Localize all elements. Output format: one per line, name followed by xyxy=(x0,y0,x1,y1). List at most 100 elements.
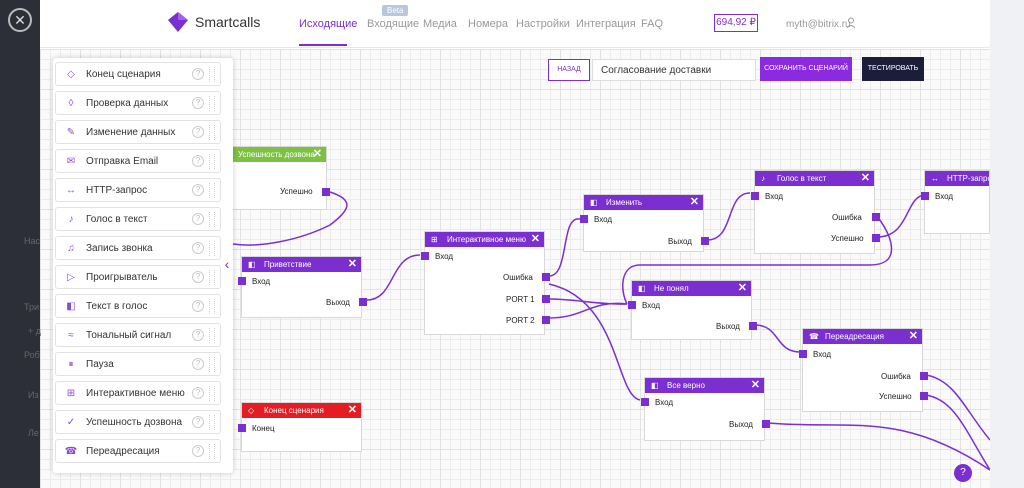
drag-handle-icon[interactable] xyxy=(209,241,215,256)
close-icon[interactable]: ✕ xyxy=(348,257,357,272)
help-icon[interactable]: ? xyxy=(192,242,204,254)
drag-handle-icon[interactable] xyxy=(209,299,215,314)
close-icon[interactable]: ✕ xyxy=(348,403,357,418)
input-port[interactable] xyxy=(921,192,929,200)
output-port[interactable] xyxy=(920,392,928,400)
help-icon[interactable]: ? xyxy=(192,416,204,428)
palette-item-pause[interactable]: ⏸ Пауза ? xyxy=(55,352,221,376)
node-header[interactable]: ♪ Голос в текст ✕ xyxy=(755,171,874,186)
node-header[interactable]: ◧ Все верно ✕ xyxy=(645,378,764,393)
close-icon[interactable]: ✕ xyxy=(313,147,322,162)
help-icon[interactable]: ? xyxy=(192,126,204,138)
output-port[interactable] xyxy=(359,298,367,306)
palette-item-redirect[interactable]: ☎ Переадресация ? xyxy=(55,439,221,463)
drag-handle-icon[interactable] xyxy=(209,415,215,430)
node-header[interactable]: ⊞ Интерактивное меню ✕ xyxy=(425,232,544,247)
port-label: Выход xyxy=(668,237,692,246)
palette-item-call-success[interactable]: ✓ Успешность дозвона ? xyxy=(55,410,221,434)
node-header[interactable]: ☎ Переадресация ✕ xyxy=(803,329,922,344)
node-voice-to-text[interactable]: ♪ Голос в текст ✕ Вход Ошибка Успешно xyxy=(751,170,880,254)
help-icon[interactable]: ? xyxy=(192,271,204,283)
http-icon: ↔ xyxy=(931,174,939,183)
close-icon[interactable]: ✕ xyxy=(531,232,540,247)
input-port[interactable] xyxy=(799,350,807,358)
input-port[interactable] xyxy=(628,301,636,309)
help-icon[interactable]: ? xyxy=(192,358,204,370)
output-port[interactable] xyxy=(701,237,709,245)
node-header[interactable]: ↔HTTP-запрос xyxy=(925,171,989,186)
close-icon[interactable]: ✕ xyxy=(738,281,747,296)
node-interactive-menu[interactable]: ⊞ Интерактивное меню ✕ Вход Ошибка PORT 1 … xyxy=(421,231,550,335)
help-icon[interactable]: ? xyxy=(192,300,204,312)
output-port[interactable] xyxy=(542,316,550,324)
input-port[interactable] xyxy=(580,215,588,223)
close-icon[interactable]: ✕ xyxy=(909,329,918,344)
node-header[interactable]: ◧ Изменить ✕ xyxy=(584,195,703,210)
drag-handle-icon[interactable] xyxy=(209,357,215,372)
drag-handle-icon[interactable] xyxy=(209,444,215,459)
input-port[interactable] xyxy=(238,424,246,432)
palette-item-label: Переадресация xyxy=(86,446,160,457)
help-icon[interactable]: ? xyxy=(192,445,204,457)
drag-handle-icon[interactable] xyxy=(209,67,215,82)
palette-item-player[interactable]: ▷ Проигрыватель ? xyxy=(55,265,221,289)
drag-handle-icon[interactable] xyxy=(209,212,215,227)
node-end[interactable]: ◇ Конец сценария ✕ Конец xyxy=(238,402,362,452)
palette-item-text-to-speech[interactable]: ◧ Текст в голос ? xyxy=(55,294,221,318)
input-port[interactable] xyxy=(238,277,246,285)
drag-handle-icon[interactable] xyxy=(209,125,215,140)
node-not-understood[interactable]: ◧ Не понял ✕ Вход Выход xyxy=(628,280,757,340)
help-icon[interactable]: ? xyxy=(192,68,204,80)
help-icon[interactable]: ? xyxy=(192,184,204,196)
node-header[interactable]: ◧ Приветствие ✕ xyxy=(242,257,361,272)
help-icon[interactable]: ? xyxy=(192,155,204,167)
output-port[interactable] xyxy=(749,322,757,330)
help-icon[interactable]: ? xyxy=(192,329,204,341)
drag-handle-icon[interactable] xyxy=(209,328,215,343)
input-port[interactable] xyxy=(421,252,429,260)
palette-item-tone[interactable]: ≈ Тональный сигнал ? xyxy=(55,323,221,347)
output-port[interactable] xyxy=(762,420,770,428)
palette-item-email[interactable]: ✉ Отправка Email ? xyxy=(55,149,221,173)
end-icon: ◇ xyxy=(248,406,255,415)
palette-item-edit-data[interactable]: ✎ Изменение данных ? xyxy=(55,120,221,144)
node-redirect[interactable]: ☎ Переадресация ✕ Вход Ошибка Успешно xyxy=(799,328,928,412)
drag-handle-icon[interactable] xyxy=(209,183,215,198)
output-port[interactable] xyxy=(872,213,880,221)
palette-item-voice-to-text[interactable]: ♪ Голос в текст ? xyxy=(55,207,221,231)
output-port[interactable] xyxy=(542,295,550,303)
help-icon[interactable]: ? xyxy=(192,213,204,225)
output-port[interactable] xyxy=(322,188,330,196)
close-icon[interactable]: ✕ xyxy=(690,195,699,210)
port-label: Вход xyxy=(935,192,954,201)
palette-item-http[interactable]: ↔ HTTP-запрос ? xyxy=(55,178,221,202)
output-port[interactable] xyxy=(542,273,550,281)
palette-item-record-call[interactable]: ♫ Запись звонка ? xyxy=(55,236,221,260)
help-button[interactable]: ? xyxy=(954,464,972,482)
input-port[interactable] xyxy=(641,398,649,406)
palette-item-interactive-menu[interactable]: ⊞ Интерактивное меню ? xyxy=(55,381,221,405)
drag-handle-icon[interactable] xyxy=(209,154,215,169)
palette-item-end[interactable]: ◇ Конец сценария ? xyxy=(55,62,221,86)
close-icon[interactable]: ✕ xyxy=(861,171,870,186)
help-icon[interactable]: ? xyxy=(192,387,204,399)
node-http-request[interactable]: ↔HTTP-запрос Вход xyxy=(921,170,990,234)
node-header[interactable]: ◧ Не понял ✕ xyxy=(632,281,751,296)
drag-handle-icon[interactable] xyxy=(209,270,215,285)
drag-handle-icon[interactable] xyxy=(209,96,215,111)
input-port[interactable] xyxy=(751,192,759,200)
node-greeting[interactable]: ◧ Приветствие ✕ Вход Выход xyxy=(238,256,367,318)
close-icon[interactable]: ✕ xyxy=(751,378,760,393)
output-port[interactable] xyxy=(920,372,928,380)
collapse-palette-chevron-left-icon[interactable]: ‹ xyxy=(221,256,233,272)
node-change[interactable]: ◧ Изменить ✕ Вход Выход xyxy=(580,194,709,252)
help-icon[interactable]: ? xyxy=(192,97,204,109)
output-port[interactable] xyxy=(872,234,880,242)
palette-item-check-data[interactable]: ◊ Проверка данных ? xyxy=(55,91,221,115)
node-success-call[interactable]: Успешность дозвона ✕ Успешно xyxy=(231,146,330,210)
node-correct[interactable]: ◧ Все верно ✕ Вход Выход xyxy=(641,377,770,441)
node-header[interactable]: ◇ Конец сценария ✕ xyxy=(242,403,361,418)
node-header[interactable]: Успешность дозвона ✕ xyxy=(232,147,326,162)
drag-handle-icon[interactable] xyxy=(209,386,215,401)
palette-item-label: Проверка данных xyxy=(86,98,169,109)
